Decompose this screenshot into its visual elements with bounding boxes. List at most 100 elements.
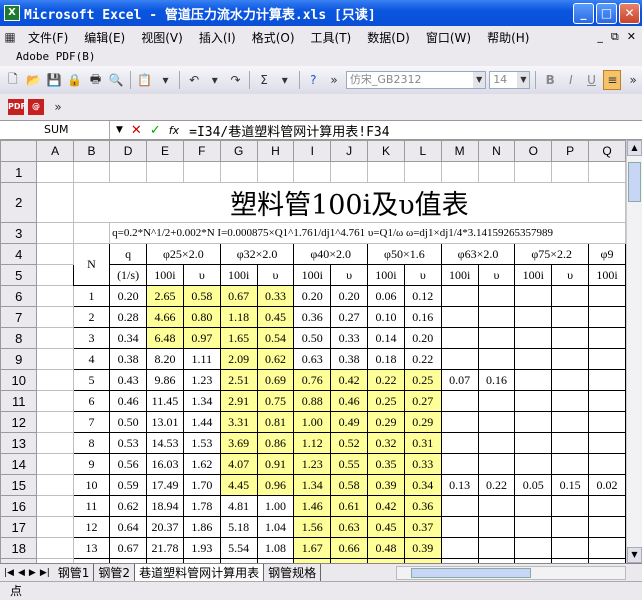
menu-data[interactable]: 数据(D) — [359, 29, 418, 46]
data-cell[interactable]: 1.62 — [182, 453, 221, 475]
insert-function-button[interactable]: fx — [169, 124, 179, 137]
data-cell[interactable]: 1.23 — [182, 369, 221, 391]
data-cell[interactable] — [551, 327, 590, 349]
data-cell[interactable]: 0.16 — [477, 369, 516, 391]
data-cell[interactable]: 2.09 — [219, 348, 258, 370]
close-button[interactable]: ✕ — [619, 2, 640, 24]
data-cell[interactable]: 0.64 — [109, 516, 147, 538]
row-header-15[interactable]: 15 — [0, 474, 38, 496]
data-cell[interactable]: 9 — [72, 453, 111, 475]
cell[interactable] — [36, 306, 74, 328]
data-cell[interactable]: 10 — [72, 474, 111, 496]
row-header-16[interactable]: 16 — [0, 495, 38, 517]
header-q-unit[interactable]: (1/s) — [109, 264, 147, 286]
cell[interactable] — [72, 161, 111, 183]
data-cell[interactable] — [551, 369, 590, 391]
data-cell[interactable]: 18.94 — [145, 495, 184, 517]
data-cell[interactable] — [477, 537, 516, 559]
scroll-down-icon[interactable]: ▼ — [627, 547, 642, 563]
data-cell[interactable]: 8.20 — [145, 348, 184, 370]
new-icon[interactable]: 🗋 — [4, 70, 22, 90]
excel-app-icon[interactable]: X — [4, 5, 20, 21]
data-cell[interactable]: 0.25 — [403, 369, 442, 391]
data-cell[interactable]: 0.80 — [182, 306, 221, 328]
data-cell[interactable]: 0.20 — [330, 285, 369, 307]
data-cell[interactable] — [514, 285, 553, 307]
data-cell[interactable] — [514, 453, 553, 475]
row-header-18[interactable]: 18 — [0, 537, 38, 559]
header-q[interactable]: q — [109, 243, 147, 265]
data-cell[interactable]: 0.42 — [330, 369, 369, 391]
font-dropdown-icon[interactable]: ▼ — [473, 72, 486, 88]
data-cell[interactable]: 3 — [72, 327, 111, 349]
data-cell[interactable]: 0.63 — [293, 348, 332, 370]
row-header-4[interactable]: 4 — [0, 243, 38, 265]
data-cell[interactable]: 0.62 — [109, 495, 147, 517]
header-velocity[interactable]: υ — [477, 264, 516, 286]
cell[interactable] — [36, 537, 74, 559]
prev-sheet-icon[interactable]: ◀ — [18, 568, 25, 578]
maximize-button[interactable]: □ — [596, 2, 617, 24]
data-cell[interactable]: 0.67 — [109, 537, 147, 559]
help-icon[interactable]: ? — [305, 70, 323, 90]
data-cell[interactable] — [514, 537, 553, 559]
data-cell[interactable]: 0.22 — [367, 369, 405, 391]
row-header-3[interactable]: 3 — [0, 222, 38, 244]
sheet-tab-steel-spec[interactable]: 钢管规格 — [264, 564, 322, 581]
cell[interactable] — [36, 390, 74, 412]
data-cell[interactable]: 0.48 — [367, 537, 405, 559]
data-cell[interactable]: 0.20 — [403, 327, 442, 349]
header-pipe-size[interactable]: φ75×2.2 — [514, 243, 590, 265]
data-cell[interactable] — [588, 348, 626, 370]
sheet-tab-tunnel-plastic[interactable]: 巷道塑料管网计算用表 — [135, 564, 265, 581]
row-header-6[interactable]: 6 — [0, 285, 38, 307]
data-cell[interactable]: 0.28 — [109, 306, 147, 328]
data-cell[interactable]: 12 — [72, 516, 111, 538]
data-cell[interactable]: 1.23 — [293, 453, 332, 475]
data-cell[interactable]: 1.34 — [182, 390, 221, 412]
data-cell[interactable] — [440, 432, 479, 454]
data-cell[interactable]: 0.39 — [403, 537, 442, 559]
last-sheet-icon[interactable]: ▶| — [40, 568, 50, 578]
data-cell[interactable]: 0.29 — [403, 411, 442, 433]
data-cell[interactable] — [477, 495, 516, 517]
column-header-A[interactable]: A — [36, 140, 74, 162]
column-header-D[interactable]: D — [109, 140, 147, 162]
cell[interactable] — [219, 161, 258, 183]
data-cell[interactable] — [514, 348, 553, 370]
vertical-scrollbar[interactable]: ▲ ▼ — [626, 140, 642, 563]
header-pipe-size[interactable]: φ25×2.0 — [145, 243, 221, 265]
data-cell[interactable]: 1.44 — [182, 411, 221, 433]
toolbar-options-icon[interactable]: » — [325, 70, 343, 90]
data-cell[interactable]: 0.62 — [256, 348, 295, 370]
data-cell[interactable]: 4.07 — [219, 453, 258, 475]
data-cell[interactable]: 1.78 — [182, 495, 221, 517]
font-name-combo[interactable]: 仿宋_GB2312 ▼ — [345, 71, 487, 89]
header-velocity[interactable]: υ — [330, 264, 369, 286]
column-header-O[interactable]: O — [514, 140, 553, 162]
header-pipe-size[interactable]: φ63×2.0 — [440, 243, 516, 265]
data-cell[interactable] — [477, 516, 516, 538]
data-cell[interactable]: 0.29 — [367, 411, 405, 433]
data-cell[interactable] — [551, 348, 590, 370]
data-cell[interactable]: 0.05 — [514, 474, 553, 496]
data-cell[interactable] — [477, 285, 516, 307]
cell[interactable] — [36, 161, 74, 183]
menu-edit[interactable]: 编辑(E) — [76, 29, 133, 46]
data-cell[interactable]: 0.16 — [403, 306, 442, 328]
menu-view[interactable]: 视图(V) — [133, 29, 191, 46]
row-header-10[interactable]: 10 — [0, 369, 38, 391]
cell[interactable] — [477, 161, 516, 183]
data-cell[interactable] — [551, 411, 590, 433]
data-cell[interactable]: 0.34 — [109, 327, 147, 349]
doc-restore-icon[interactable]: ⧉ — [611, 30, 619, 44]
preview-icon[interactable]: 🔍 — [107, 70, 125, 90]
header-100i[interactable]: 100i — [367, 264, 405, 286]
cell[interactable] — [36, 264, 74, 286]
data-cell[interactable]: 0.52 — [330, 432, 369, 454]
cell[interactable] — [256, 161, 295, 183]
column-header-F[interactable]: F — [182, 140, 221, 162]
pdf-toolbar-more-icon[interactable]: » — [48, 97, 68, 117]
data-cell[interactable]: 0.63 — [330, 516, 369, 538]
data-cell[interactable]: 4.66 — [145, 306, 184, 328]
